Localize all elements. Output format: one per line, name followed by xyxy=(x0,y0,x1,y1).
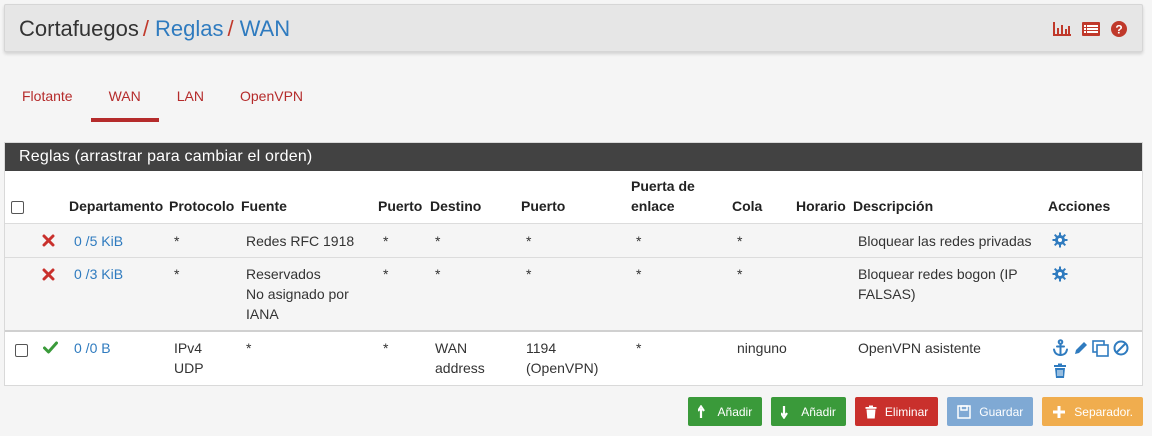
protocol-cell: * xyxy=(174,233,180,249)
row-checkbox[interactable] xyxy=(15,344,28,357)
gear-icon[interactable] xyxy=(1052,232,1068,248)
save-icon xyxy=(957,404,971,419)
protocol-cell: * xyxy=(174,266,180,282)
header-departamento[interactable]: Departamento xyxy=(69,196,163,216)
destination-cell-line2: address xyxy=(435,360,485,376)
destination-cell-line1: WAN xyxy=(435,340,468,356)
table-header: Departamento Protocolo Fuente Puerto Des… xyxy=(5,171,1142,223)
header-fuente[interactable]: Fuente xyxy=(241,196,287,216)
header-puerto[interactable]: Puerto xyxy=(378,196,422,216)
select-all-checkbox[interactable] xyxy=(11,201,24,214)
add-bottom-button[interactable]: Añadir xyxy=(771,397,846,426)
breadcrumb-separator: / xyxy=(227,16,234,41)
save-label: Guardar xyxy=(979,404,1024,419)
description-cell-line2: FALSAS) xyxy=(858,286,916,302)
header-gateway-line1[interactable]: Puerta de xyxy=(631,176,695,196)
header-gateway-line2[interactable]: enlace xyxy=(631,196,675,216)
queue-cell: ninguno xyxy=(737,340,787,356)
gateway-cell: * xyxy=(636,266,642,282)
destination-port-cell: * xyxy=(526,233,532,249)
add-bottom-label: Añadir xyxy=(801,404,836,419)
description-cell: Bloquear las redes privadas xyxy=(858,233,1032,249)
breadcrumb-separator: / xyxy=(142,16,149,41)
add-separator-label: Separador. xyxy=(1074,404,1133,419)
footer-actions: Añadir Añadir Eliminar Guardar Separador… xyxy=(687,397,1143,426)
arrow-up-icon xyxy=(697,404,710,419)
tab-wan[interactable]: WAN xyxy=(90,76,159,122)
add-top-button[interactable]: Añadir xyxy=(687,397,763,426)
disable-icon[interactable] xyxy=(1113,340,1129,356)
description-cell-line1: Bloquear redes bogon (IP xyxy=(858,266,1018,282)
queue-cell: * xyxy=(737,266,743,282)
header-protocolo[interactable]: Protocolo xyxy=(169,196,234,216)
pencil-icon[interactable] xyxy=(1073,340,1089,356)
destination-port-cell: * xyxy=(526,266,532,282)
header-descripcion[interactable]: Descripción xyxy=(853,196,933,216)
breadcrumb-root: Cortafuegos xyxy=(19,16,139,41)
tabs: Flotante WAN LAN OpenVPN xyxy=(4,76,321,122)
table-row: 0 /5 KiB * Redes RFC 1918 * * * * * Bloq… xyxy=(5,223,1142,257)
add-separator-button[interactable]: Separador. xyxy=(1042,397,1143,426)
tab-lan[interactable]: LAN xyxy=(159,76,222,122)
block-icon xyxy=(42,268,55,281)
source-port-cell: * xyxy=(383,340,389,356)
header-acciones: Acciones xyxy=(1048,198,1111,214)
header-puerto-destino[interactable]: Puerto xyxy=(521,196,565,216)
gateway-cell: * xyxy=(636,233,642,249)
destination-port-cell-line2: (OpenVPN) xyxy=(526,360,599,376)
trash-icon[interactable] xyxy=(1053,363,1067,379)
anchor-icon[interactable] xyxy=(1052,339,1069,357)
header-cola[interactable]: Cola xyxy=(732,196,762,216)
states-link[interactable]: 0 /3 KiB xyxy=(74,264,123,284)
delete-label: Eliminar xyxy=(884,404,929,419)
check-icon xyxy=(43,341,58,354)
protocol-cell-line2: UDP xyxy=(174,360,204,376)
destination-cell: * xyxy=(435,233,441,249)
protocol-cell-line1: IPv4 xyxy=(174,340,203,356)
add-top-label: Añadir xyxy=(717,404,753,419)
source-port-cell: * xyxy=(383,233,389,249)
source-cell: * xyxy=(246,340,252,356)
panel-title: Reglas (arrastrar para cambiar el orden) xyxy=(5,143,1142,171)
breadcrumb-reglas[interactable]: Reglas xyxy=(155,16,223,41)
breadcrumb: Cortafuegos / Reglas / WAN xyxy=(19,16,290,42)
help-icon[interactable]: ? xyxy=(1110,20,1128,38)
source-cell: Redes RFC 1918 xyxy=(246,233,355,249)
destination-cell: * xyxy=(435,266,441,282)
destination-port-cell-line1: 1194 xyxy=(526,340,557,356)
breadcrumb-wan[interactable]: WAN xyxy=(240,16,291,41)
svg-text:?: ? xyxy=(1115,23,1122,37)
plus-icon xyxy=(1052,405,1066,419)
rules-panel: Reglas (arrastrar para cambiar el orden)… xyxy=(4,142,1143,386)
table-row: 0 /3 KiB * Reservados No asignado por IA… xyxy=(5,257,1142,330)
queue-cell: * xyxy=(737,233,743,249)
arrow-down-icon xyxy=(781,405,793,419)
tab-flotante[interactable]: Flotante xyxy=(4,76,91,122)
block-icon xyxy=(42,234,55,247)
source-cell-line3: IANA xyxy=(246,306,279,322)
states-link[interactable]: 0 /0 B xyxy=(74,338,111,358)
tab-openvpn[interactable]: OpenVPN xyxy=(222,76,321,122)
chart-icon[interactable] xyxy=(1052,20,1072,38)
source-port-cell: * xyxy=(383,266,389,282)
list-icon[interactable] xyxy=(1081,20,1101,38)
states-link[interactable]: 0 /5 KiB xyxy=(74,231,123,251)
source-cell-line2: No asignado por xyxy=(246,286,349,302)
delete-button[interactable]: Eliminar xyxy=(854,397,939,426)
trash-icon xyxy=(865,405,877,419)
gear-icon[interactable] xyxy=(1052,266,1068,282)
source-cell-line1: Reservados xyxy=(246,266,321,282)
header-destino[interactable]: Destino xyxy=(430,196,481,216)
header-horario[interactable]: Horario xyxy=(796,196,846,216)
breadcrumb-bar: Cortafuegos / Reglas / WAN ? xyxy=(4,4,1143,52)
table-row: 0 /0 B IPv4 UDP * * WAN address 1194 (Op… xyxy=(5,330,1142,385)
copy-icon[interactable] xyxy=(1092,340,1110,358)
description-cell: OpenVPN asistente xyxy=(858,340,981,356)
save-button[interactable]: Guardar xyxy=(947,397,1034,426)
gateway-cell: * xyxy=(636,340,642,356)
